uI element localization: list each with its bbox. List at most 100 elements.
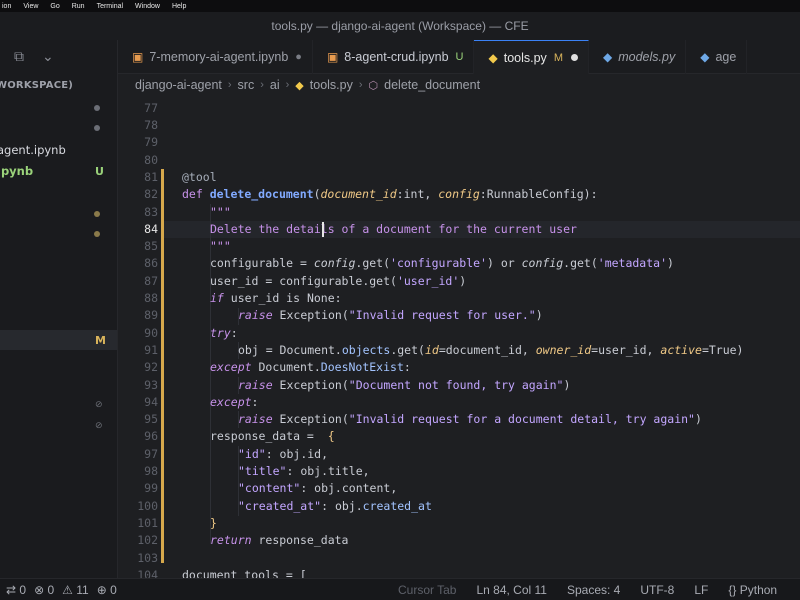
- sidebar-toolbar: ⧉ ⌄: [0, 40, 117, 74]
- untracked-badge: U: [95, 164, 104, 178]
- cursor-tab-status[interactable]: Cursor Tab: [398, 583, 456, 597]
- code-line-86: configurable = config.get('configurable'…: [210, 256, 674, 271]
- line-number: 84: [144, 221, 158, 236]
- code-line-90: try:: [210, 325, 238, 340]
- modified-dot-icon: [94, 125, 100, 131]
- code-line-85: """: [210, 239, 231, 254]
- line-number: 101: [137, 515, 158, 530]
- explorer-item[interactable]: [0, 204, 117, 224]
- code-editor[interactable]: 77 78 79 80 81 82 83 84 85 86 87 88 89 90 91 92 93 94 95 96…: [118, 96, 800, 578]
- line-number: 82: [144, 187, 158, 202]
- python-file-icon: ◆: [602, 50, 613, 64]
- unsaved-dot-icon[interactable]: [570, 54, 578, 61]
- breadcrumb: django-ai-agent › src › ai › ◆ tools.py …: [118, 74, 800, 96]
- modified-dot-icon: [94, 231, 100, 237]
- explorer-item[interactable]: ⊘: [0, 395, 117, 415]
- explorer-item[interactable]: [0, 224, 117, 244]
- menu-item-terminal[interactable]: Terminal: [97, 3, 123, 10]
- code-line-94: except:: [210, 394, 259, 409]
- line-number: 85: [144, 239, 158, 254]
- tab-7-memory-ai-agent[interactable]: ▣ 7-memory-ai-agent.ipynb ●: [118, 40, 313, 74]
- line-number: 91: [144, 342, 158, 357]
- line-number: 86: [144, 256, 158, 271]
- breadcrumb-item[interactable]: ai: [270, 78, 280, 92]
- explorer-item-active[interactable]: M: [0, 330, 117, 350]
- python-file-icon: ◆: [488, 50, 498, 65]
- code-line-81: @tool: [182, 169, 217, 184]
- tab-age[interactable]: ◆ age: [686, 40, 748, 74]
- line-number: 79: [144, 135, 158, 150]
- editor-tab-bar: ▣ 7-memory-ai-agent.ipynb ● ▣ 8-agent-cr…: [118, 40, 800, 74]
- code-line-96: response_data = {: [210, 429, 335, 444]
- extensions-icon[interactable]: ⧉: [14, 49, 24, 65]
- breadcrumb-item[interactable]: tools.py: [310, 78, 353, 92]
- explorer-item-agent-ipynb[interactable]: agent.ipynb: [0, 140, 117, 160]
- explorer-item-ipynb[interactable]: ipynb U: [0, 161, 117, 181]
- line-number: 95: [144, 412, 158, 427]
- language-mode[interactable]: {} Python: [728, 583, 777, 597]
- status-bar: ⇄ 0 ⊗ 0 ⚠ 11 ⊕ 0 Cursor Tab Ln 84, Col 1…: [0, 578, 800, 600]
- breadcrumb-item[interactable]: delete_document: [384, 78, 480, 92]
- code-line-98: "title": obj.title,: [238, 464, 370, 478]
- line-number: 92: [144, 360, 158, 375]
- unsaved-dot-icon[interactable]: ●: [295, 51, 302, 63]
- menu-item-app[interactable]: ion: [2, 3, 11, 10]
- line-number: 100: [137, 498, 158, 513]
- line-number-gutter: 77 78 79 80 81 82 83 84 85 86 87 88 89 90 91 92 93 94 95 96…: [118, 96, 158, 578]
- git-modified-gutter-bar: [161, 169, 164, 563]
- menu-item-window[interactable]: Window: [135, 3, 160, 10]
- line-number: 80: [144, 152, 158, 167]
- braces-icon: {}: [728, 582, 737, 597]
- modified-badge: M: [95, 333, 106, 347]
- chevron-down-icon[interactable]: ⌄: [42, 49, 54, 65]
- menu-item-go[interactable]: Go: [50, 3, 59, 10]
- tab-8-agent-crud[interactable]: ▣ 8-agent-crud.ipynb U: [313, 40, 475, 74]
- problems-warnings[interactable]: ⚠ 11: [62, 583, 89, 597]
- menu-item-run[interactable]: Run: [72, 3, 85, 10]
- code-line-91: obj = Document.objects.get(id=document_i…: [238, 342, 744, 357]
- sync-status[interactable]: ⇄ 0: [6, 583, 26, 597]
- line-number: 83: [144, 204, 158, 219]
- line-number: 97: [144, 446, 158, 461]
- ignored-icon: ⊘: [95, 421, 103, 431]
- notebook-file-icon: ▣: [132, 50, 144, 64]
- chevron-right-icon: ›: [358, 79, 363, 91]
- indentation-setting[interactable]: Spaces: 4: [567, 583, 620, 597]
- python-file-icon: ◆: [295, 79, 304, 92]
- line-number: 103: [137, 550, 158, 565]
- window-title-bar: tools.py — django-ai-agent (Workspace) —…: [0, 12, 800, 40]
- menu-item-view[interactable]: View: [23, 3, 38, 10]
- menu-item-help[interactable]: Help: [172, 3, 186, 10]
- code-line-87: user_id = configurable.get('user_id'): [210, 273, 467, 288]
- cursor-position[interactable]: Ln 84, Col 11: [476, 583, 547, 597]
- workspace-header[interactable]: WORKSPACE): [0, 74, 117, 96]
- code-line-92: except Document.DoesNotExist:: [210, 360, 411, 375]
- ignored-icon: ⊘: [95, 400, 103, 410]
- code-line-101: }: [210, 515, 217, 530]
- modified-badge: M: [553, 51, 563, 64]
- code-line-82: def delete_document(document_id:int, con…: [182, 187, 598, 202]
- line-number: 93: [144, 377, 158, 392]
- explorer-item[interactable]: [0, 98, 117, 118]
- line-number: 102: [137, 533, 158, 548]
- ports-status[interactable]: ⊕ 0: [97, 583, 117, 597]
- python-file-icon: ◆: [700, 50, 710, 64]
- line-number: 98: [144, 464, 158, 478]
- line-number: 88: [144, 291, 158, 305]
- code-line-99: "content": obj.content,: [238, 481, 398, 496]
- tab-tools-py[interactable]: ◆ tools.py M: [474, 40, 589, 74]
- breadcrumb-item[interactable]: src: [238, 78, 255, 92]
- line-number: 81: [144, 169, 158, 184]
- explorer-item[interactable]: [0, 118, 117, 138]
- modified-dot-icon: [94, 211, 100, 217]
- text-cursor: [322, 221, 324, 237]
- breadcrumb-item[interactable]: django-ai-agent: [135, 78, 222, 92]
- code-line-97: "id": obj.id,: [238, 446, 329, 461]
- code-line-88: if user_id is None:: [210, 291, 342, 305]
- line-number: 99: [144, 481, 158, 496]
- end-of-line[interactable]: LF: [694, 583, 708, 597]
- problems-errors[interactable]: ⊗ 0: [34, 583, 54, 597]
- tab-models-py[interactable]: ◆ models.py: [589, 40, 687, 74]
- explorer-item[interactable]: ⊘: [0, 416, 117, 436]
- file-encoding[interactable]: UTF-8: [640, 583, 674, 597]
